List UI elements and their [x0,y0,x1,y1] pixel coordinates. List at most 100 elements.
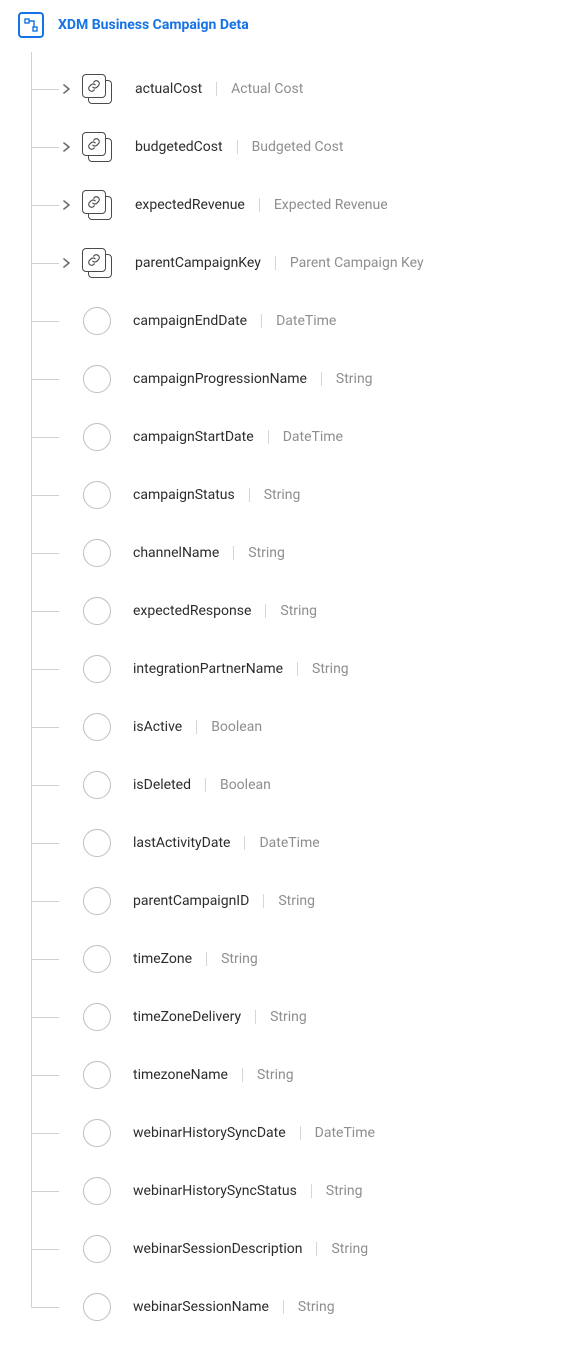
label-divider [216,82,217,96]
field-parentCampaignID[interactable]: parentCampaignIDString [31,872,548,930]
field-expectedResponse[interactable]: expectedResponseString [31,582,548,640]
field-type: String [331,1241,368,1257]
field-circle-icon [83,481,111,509]
field-integrationPartnerName[interactable]: integrationPartnerName String [31,640,548,698]
field-name: isDeleted [133,777,191,793]
field-isActive[interactable]: isActiveBoolean [31,698,548,756]
label-divider [316,1242,317,1256]
field-webinarHistorySyncStatus[interactable]: webinarHistorySyncStatusString [31,1162,548,1220]
schema-icon [18,12,44,38]
field-circle-icon [83,1003,111,1031]
field-name: webinarHistorySyncDate [133,1125,286,1141]
field-webinarHistorySyncDate[interactable]: webinarHistorySyncDate DateTime [31,1104,548,1162]
field-isDeleted[interactable]: isDeleted Boolean [31,756,548,814]
schema-root[interactable]: XDM Business Campaign Deta [18,12,548,38]
field-name: lastActivityDate [133,835,230,851]
field-actualCost[interactable]: actualCost Actual Cost [31,60,548,118]
label-divider [263,894,264,908]
field-circle-icon [83,655,111,683]
field-campaignProgressionName[interactable]: campaignProgressionName String [31,350,548,408]
chevron-right-icon[interactable] [59,139,75,155]
field-campaignStatus[interactable]: campaignStatusString [31,466,548,524]
field-type: String [336,371,373,387]
field-type: DateTime [315,1125,375,1141]
field-name: webinarSessionDescription [133,1241,302,1257]
field-name: campaignEndDate [133,313,247,329]
field-labels: campaignStatusString [133,487,300,503]
field-type: String [326,1183,363,1199]
field-name: channelName [133,545,219,561]
field-lastActivityDate[interactable]: lastActivityDate DateTime [31,814,548,872]
field-type: DateTime [259,835,319,851]
field-circle-icon [83,1235,111,1263]
field-type: String [248,545,285,561]
field-campaignStartDate[interactable]: campaignStartDate DateTime [31,408,548,466]
field-type: String [312,661,349,677]
label-divider [300,1126,301,1140]
field-name: integrationPartnerName [133,661,283,677]
field-circle-icon [83,1177,111,1205]
field-labels: parentCampaignIDString [133,893,315,909]
field-labels: timeZoneString [133,951,258,967]
field-type: DateTime [283,429,343,445]
field-labels: parentCampaignKeyParent Campaign Key [135,255,424,271]
field-name: campaignProgressionName [133,371,307,387]
field-expectedRevenue[interactable]: expectedRevenue Expected Revenue [31,176,548,234]
object-link-icon [81,73,113,105]
label-divider [255,1010,256,1024]
field-circle-icon [83,1061,111,1089]
field-circle-icon [83,1293,111,1321]
field-type: String [298,1299,335,1315]
label-divider [321,372,322,386]
field-channelName[interactable]: channelName String [31,524,548,582]
field-type: Boolean [220,777,271,793]
field-webinarSessionName[interactable]: webinarSessionNameString [31,1278,548,1336]
field-type: Boolean [211,719,262,735]
field-circle-icon [83,771,111,799]
field-circle-icon [83,829,111,857]
field-name: timezoneName [133,1067,228,1083]
field-type: Expected Revenue [274,197,388,213]
field-labels: isDeleted Boolean [133,777,271,793]
label-divider [265,604,266,618]
field-timeZoneDelivery[interactable]: timeZoneDeliveryString [31,988,548,1046]
chevron-right-icon[interactable] [59,255,75,271]
field-type: String [257,1067,294,1083]
field-circle-icon [83,307,111,335]
field-name: timeZoneDelivery [133,1009,241,1025]
field-labels: expectedResponseString [133,603,317,619]
label-divider [205,778,206,792]
label-divider [275,256,276,270]
field-timeZone[interactable]: timeZoneString [31,930,548,988]
label-divider [206,952,207,966]
field-name: campaignStartDate [133,429,254,445]
field-circle-icon [83,713,111,741]
field-labels: expectedRevenue Expected Revenue [135,197,388,213]
field-labels: lastActivityDate DateTime [133,835,320,851]
field-labels: campaignStartDate DateTime [133,429,343,445]
field-name: expectedRevenue [135,197,245,213]
label-divider [233,546,234,560]
label-divider [311,1184,312,1198]
field-labels: webinarHistorySyncDate DateTime [133,1125,375,1141]
chevron-right-icon[interactable] [59,197,75,213]
chevron-right-icon[interactable] [59,81,75,97]
label-divider [268,430,269,444]
field-webinarSessionDescription[interactable]: webinarSessionDescription String [31,1220,548,1278]
field-labels: budgetedCostBudgeted Cost [135,139,343,155]
label-divider [249,488,250,502]
label-divider [283,1300,284,1314]
field-name: actualCost [135,81,202,97]
field-parentCampaignKey[interactable]: parentCampaignKeyParent Campaign Key [31,234,548,292]
object-link-icon [81,131,113,163]
field-labels: actualCost Actual Cost [135,81,303,97]
field-type: String [280,603,317,619]
field-labels: webinarSessionNameString [133,1299,335,1315]
field-circle-icon [83,539,111,567]
field-circle-icon [83,365,111,393]
field-labels: integrationPartnerName String [133,661,349,677]
field-campaignEndDate[interactable]: campaignEndDateDateTime [31,292,548,350]
field-timezoneName[interactable]: timezoneName String [31,1046,548,1104]
field-budgetedCost[interactable]: budgetedCostBudgeted Cost [31,118,548,176]
field-type: Actual Cost [231,81,303,97]
